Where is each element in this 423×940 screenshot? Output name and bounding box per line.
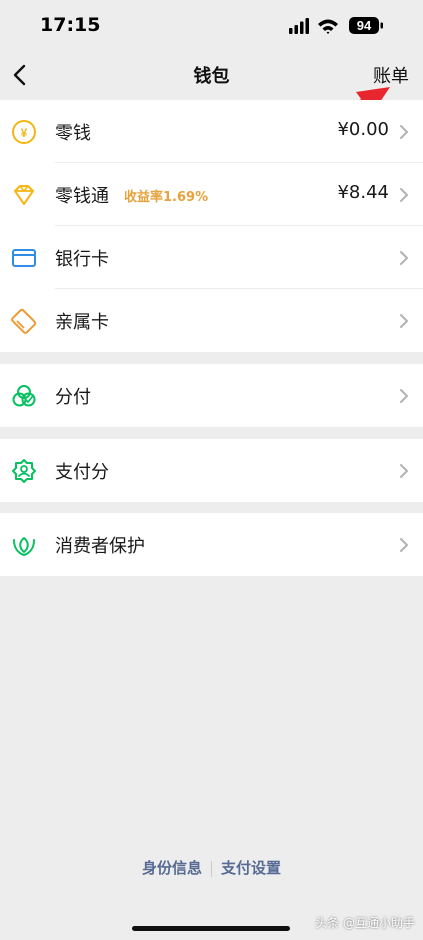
row-consumer-protection[interactable]: 消费者保护 [0,513,423,576]
page-title: 钱包 [193,66,230,87]
signal-icon [289,18,309,34]
row-label: 零钱通 [55,186,109,207]
chevron-right-icon [400,389,408,403]
row-label: 消费者保护 [55,536,145,557]
bank-card-icon [12,249,36,267]
bill-button[interactable]: 账单 [373,62,409,88]
row-bank-card[interactable]: 银行卡 [0,226,423,289]
row-label: 支付分 [55,462,109,483]
row-change[interactable]: ¥ 零钱 ¥0.00 [0,100,423,163]
chevron-right-icon [400,314,408,328]
fenfu-icon [12,385,36,407]
balance-value: ¥0.00 [337,119,389,140]
diamond-icon [14,185,34,205]
status-time: 17:15 [40,14,101,36]
balance-value: ¥8.44 [337,182,389,203]
svg-text:¥: ¥ [21,126,28,140]
family-card-icon [11,308,37,334]
footer-separator [211,860,212,877]
row-label: 亲属卡 [55,312,109,333]
pay-settings-link[interactable]: 支付设置 [221,857,281,878]
row-label: 零钱 [55,123,91,144]
nav-bar: 钱包 账单 [0,52,423,98]
consumer-protection-icon [13,537,35,557]
row-lingqiantong[interactable]: 零钱通 收益率1.69% ¥8.44 [0,163,423,226]
status-bar: 17:15 94 [0,0,423,52]
wallet-main-group: ¥ 零钱 ¥0.00 零钱通 收益率1.69% ¥8.44 银行卡 亲属卡 [0,100,423,352]
chevron-right-icon [400,125,408,139]
chevron-right-icon [400,464,408,478]
yield-rate-badge: 收益率1.69% [124,190,209,205]
fenfu-group: 分付 [0,364,423,427]
yuan-coin-icon: ¥ [12,120,36,144]
chevron-right-icon [400,251,408,265]
pay-score-group: 支付分 [0,439,423,502]
row-fenfu[interactable]: 分付 [0,364,423,427]
row-family-card[interactable]: 亲属卡 [0,289,423,352]
consumer-protection-group: 消费者保护 [0,513,423,576]
row-label: 分付 [55,387,91,408]
status-icons: 94 [289,17,383,34]
row-pay-score[interactable]: 支付分 [0,439,423,502]
chevron-right-icon [400,538,408,552]
home-indicator [132,926,290,931]
watermark: 头条 @互通小助手 [315,916,415,930]
footer-links: 身份信息 支付设置 [0,857,423,878]
chevron-right-icon [400,188,408,202]
battery-level: 94 [357,18,372,33]
row-label: 银行卡 [55,249,109,270]
identity-info-link[interactable]: 身份信息 [142,857,202,878]
pay-score-icon [12,459,36,483]
wifi-icon [318,19,338,34]
